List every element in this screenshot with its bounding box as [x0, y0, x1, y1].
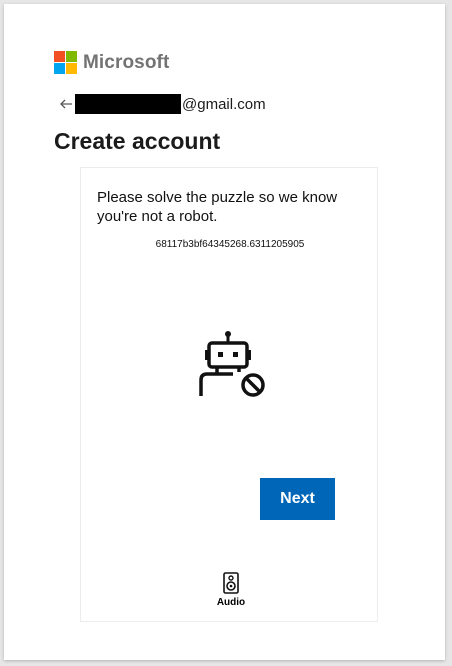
audio-label: Audio [216, 597, 246, 608]
microsoft-squares-icon [54, 51, 77, 74]
microsoft-logo: Microsoft [54, 51, 169, 74]
signup-card: Microsoft @gmail.com Create account Plea… [4, 4, 445, 660]
captcha-frame: Please solve the puzzle so we know you'r… [80, 167, 378, 622]
account-identity: @gmail.com [59, 93, 266, 115]
redacted-username [75, 94, 181, 114]
speaker-icon [223, 572, 239, 594]
robot-blocked-icon [199, 331, 265, 397]
session-id: 68117b3bf64345268.6311205905 [155, 239, 305, 250]
puzzle-instruction: Please solve the puzzle so we know you'r… [97, 189, 338, 225]
logo-text: Microsoft [83, 51, 170, 73]
arrow-left-icon[interactable] [59, 97, 73, 111]
next-button[interactable]: Next [260, 478, 335, 520]
email-suffix: @gmail.com [182, 95, 266, 113]
audio-button[interactable]: Audio [205, 572, 257, 612]
page-title: Create account [54, 128, 221, 154]
